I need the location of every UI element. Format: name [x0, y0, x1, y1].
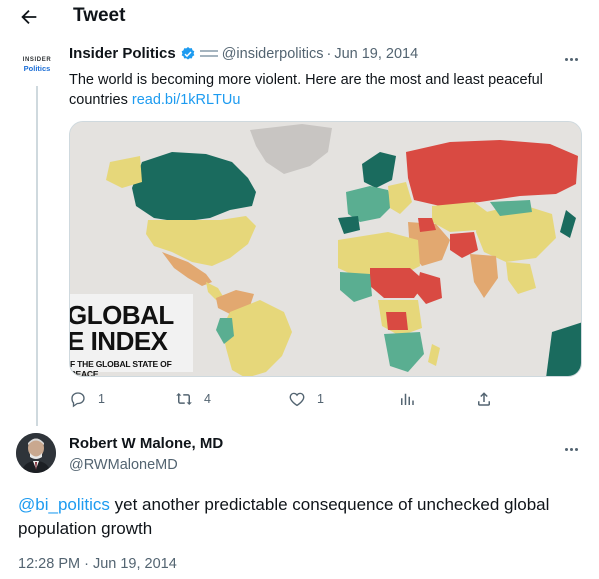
tweet-image-map[interactable]: GLOBAL E INDEX F THE GLOBAL STATE OF PEA…: [69, 121, 582, 377]
tweet-header: Insider Politics @insiderpolitics · Jun …: [69, 45, 418, 62]
reply-mention[interactable]: @bi_politics: [18, 495, 110, 514]
heart-icon: [289, 392, 305, 407]
robert-malone-avatar[interactable]: [16, 433, 56, 473]
reply-more-options-icon[interactable]: [564, 438, 584, 451]
image-subtitle: F THE GLOBAL STATE OF PEACE: [70, 359, 172, 377]
affiliation-icon: [199, 49, 218, 57]
tweet-date[interactable]: Jun 19, 2014: [334, 46, 418, 62]
page-title: Tweet: [73, 5, 126, 26]
reply-icon: [71, 392, 85, 408]
image-title-line2: E INDEX: [69, 326, 168, 356]
analytics-bars-icon: [401, 393, 414, 405]
avatar-text-bottom: Politics: [23, 64, 51, 73]
avatar-text-top: INSIDER: [22, 57, 52, 63]
retweet-icon: [176, 393, 192, 405]
like-button[interactable]: 1: [288, 390, 324, 408]
view-analytics-button[interactable]: [398, 390, 416, 408]
share-upload-icon: [478, 392, 490, 406]
image-title-line1: GLOBAL: [69, 300, 174, 330]
back-arrow-icon[interactable]: [18, 6, 40, 28]
reply-timestamp[interactable]: 12:28 PM · Jun 19, 2014: [18, 556, 177, 572]
tweet-link[interactable]: read.bi/1kRLTUu: [132, 92, 241, 108]
reply-text: @bi_politics yet another predictable con…: [18, 493, 583, 541]
reply-author-name[interactable]: Robert W Malone, MD: [69, 435, 223, 452]
reply-count: 1: [98, 392, 105, 406]
like-count: 1: [317, 392, 324, 406]
more-options-icon[interactable]: [564, 48, 584, 61]
person-photo-icon: [16, 433, 56, 473]
global-peace-index-label: GLOBAL E INDEX F THE GLOBAL STATE OF PEA…: [69, 294, 193, 376]
verified-badge-icon: [181, 46, 195, 60]
region-congo: [386, 312, 408, 330]
separator-dot: ·: [326, 45, 332, 62]
tweet-actions: 1 4 1: [69, 390, 529, 412]
author-handle[interactable]: @insiderpolitics: [222, 46, 324, 62]
reply-button[interactable]: 1: [69, 390, 105, 408]
top-bar: Tweet: [0, 0, 599, 36]
share-button[interactable]: [475, 390, 493, 408]
tweet-text: The world is becoming more violent. Here…: [69, 70, 579, 110]
thread-connector-line: [36, 86, 38, 426]
retweet-button[interactable]: 4: [175, 390, 211, 408]
retweet-count: 4: [204, 392, 211, 406]
insider-politics-avatar[interactable]: INSIDER Politics: [17, 50, 57, 80]
author-name[interactable]: Insider Politics: [69, 45, 176, 62]
reply-author-handle[interactable]: @RWMaloneMD: [69, 457, 178, 473]
